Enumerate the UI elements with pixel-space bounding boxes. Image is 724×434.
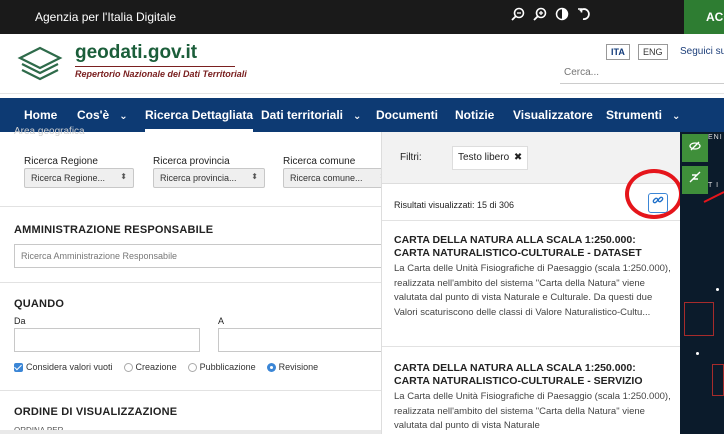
province-select[interactable]: Ricerca provincia... ⬍ xyxy=(153,168,265,188)
when-section-title: QUANDO xyxy=(14,298,65,310)
nav-dati-territoriali[interactable]: Dati territoriali ⌄ xyxy=(261,98,361,132)
to-date-input[interactable] xyxy=(218,328,388,352)
nav-cos-e-label: Cos'è xyxy=(77,108,110,122)
divider xyxy=(382,346,680,347)
filter-chip-label: Testo libero xyxy=(458,152,510,163)
nav-strumenti-label: Strumenti xyxy=(606,108,663,122)
result-description: La Carta delle Unità Fisiografiche di Pa… xyxy=(394,263,671,318)
region-select[interactable]: Ricerca Regione... ⬍ xyxy=(24,168,134,188)
reset-icon[interactable] xyxy=(576,7,592,25)
main-nav: Home Cos'è ⌄ Ricerca Dettagliata Dati ter… xyxy=(0,98,724,132)
comune-select[interactable]: Ricerca comune... ⬍ xyxy=(283,168,393,188)
area-tab[interactable]: Area geografica xyxy=(14,126,85,137)
chevron-down-icon: ⌄ xyxy=(672,111,681,122)
from-date-input[interactable] xyxy=(14,328,200,352)
site-subtitle: Repertorio Nazionale dei Dati Territoria… xyxy=(75,69,247,79)
map-viewer[interactable]: ENI T I xyxy=(680,132,724,434)
contrast-icon[interactable] xyxy=(554,7,570,25)
results-count: Risultati visualizzati: 15 di 306 xyxy=(394,200,515,210)
order-section-title: ORDINE DI VISUALIZZAZIONE xyxy=(14,406,178,418)
from-label: Da xyxy=(14,316,26,326)
nav-documenti[interactable]: Documenti xyxy=(376,98,438,132)
result-title[interactable]: CARTA DELLA NATURA ALLA SCALA 1:250.000:… xyxy=(394,362,674,388)
filters-label: Filtri: xyxy=(400,152,422,163)
filter-chip-free-text[interactable]: Testo libero ✖ xyxy=(452,146,529,170)
nav-strumenti[interactable]: Strumenti ⌄ xyxy=(606,98,680,132)
admin-section-title: AMMINISTRAZIONE RESPONSABILE xyxy=(14,224,214,236)
select-arrows-icon: ⬍ xyxy=(251,172,258,181)
select-arrows-icon: ⬍ xyxy=(120,172,127,181)
lang-ita-button[interactable]: ITA xyxy=(606,44,630,60)
site-search[interactable] xyxy=(560,62,724,84)
search-input[interactable] xyxy=(560,63,724,82)
consider-empty-checkbox[interactable] xyxy=(14,362,23,372)
radio-publication[interactable] xyxy=(187,362,197,372)
geodati-logo[interactable] xyxy=(16,44,64,84)
title-rule xyxy=(75,66,235,67)
scroll-shadow xyxy=(0,430,400,434)
close-icon[interactable]: ✖ xyxy=(514,152,522,163)
chevron-down-icon: ⌄ xyxy=(119,111,128,122)
chevron-down-icon: ⌄ xyxy=(353,111,362,122)
comune-label: Ricerca comune xyxy=(283,156,356,167)
radio-publication-label: Pubblicazione xyxy=(199,362,256,372)
agency-link[interactable]: Agenzia per l'Italia Digitale xyxy=(35,10,176,24)
nav-notizie[interactable]: Notizie xyxy=(455,98,494,132)
divider xyxy=(382,220,680,221)
result-title[interactable]: CARTA DELLA NATURA ALLA SCALA 1:250.000:… xyxy=(394,234,674,260)
province-label: Ricerca provincia xyxy=(153,156,230,167)
annotation-ring xyxy=(625,169,680,219)
nav-visualizzatore[interactable]: Visualizzatore xyxy=(513,98,593,132)
divider xyxy=(0,390,400,391)
consider-empty-label: Considera valori vuoti xyxy=(26,362,113,372)
divider xyxy=(0,206,400,207)
zoom-out-icon[interactable] xyxy=(510,7,526,25)
follow-label: Seguici su xyxy=(680,46,724,57)
accessibility-tools xyxy=(510,7,592,25)
nav-ricerca-dettagliata[interactable]: Ricerca Dettagliata xyxy=(145,98,254,132)
to-label: A xyxy=(218,316,225,326)
admin-input[interactable]: Ricerca Amministrazione Responsabile xyxy=(14,244,388,268)
date-options: Considera valori vuoti Creazione Pubblic… xyxy=(14,362,318,372)
radio-creation[interactable] xyxy=(123,362,133,372)
divider xyxy=(0,282,400,283)
nav-dati-label: Dati territoriali xyxy=(261,108,344,122)
search-filters-panel: Area geografica Ricerca Regione Ricerca … xyxy=(0,126,400,434)
region-label: Ricerca Regione xyxy=(24,156,98,167)
annotation-arrow xyxy=(703,191,724,203)
results-panel: Filtri: Testo libero ✖ Risultati visuali… xyxy=(381,132,680,434)
top-bar: Agenzia per l'Italia Digitale ACCI xyxy=(0,0,724,34)
province-select-value: Ricerca provincia... xyxy=(160,173,237,183)
radio-revision[interactable] xyxy=(266,362,276,372)
site-title[interactable]: geodati.gov.it xyxy=(75,42,197,64)
radio-creation-label: Creazione xyxy=(135,362,177,372)
region-select-value: Ricerca Regione... xyxy=(31,173,106,183)
zoom-in-icon[interactable] xyxy=(532,7,548,25)
result-description: La Carta delle Unità Fisiografiche di Pa… xyxy=(394,391,671,431)
comune-select-value: Ricerca comune... xyxy=(290,173,363,183)
lang-eng-button[interactable]: ENG xyxy=(638,44,668,60)
access-button[interactable]: ACCI xyxy=(684,0,724,34)
radio-revision-label: Revisione xyxy=(278,362,319,372)
